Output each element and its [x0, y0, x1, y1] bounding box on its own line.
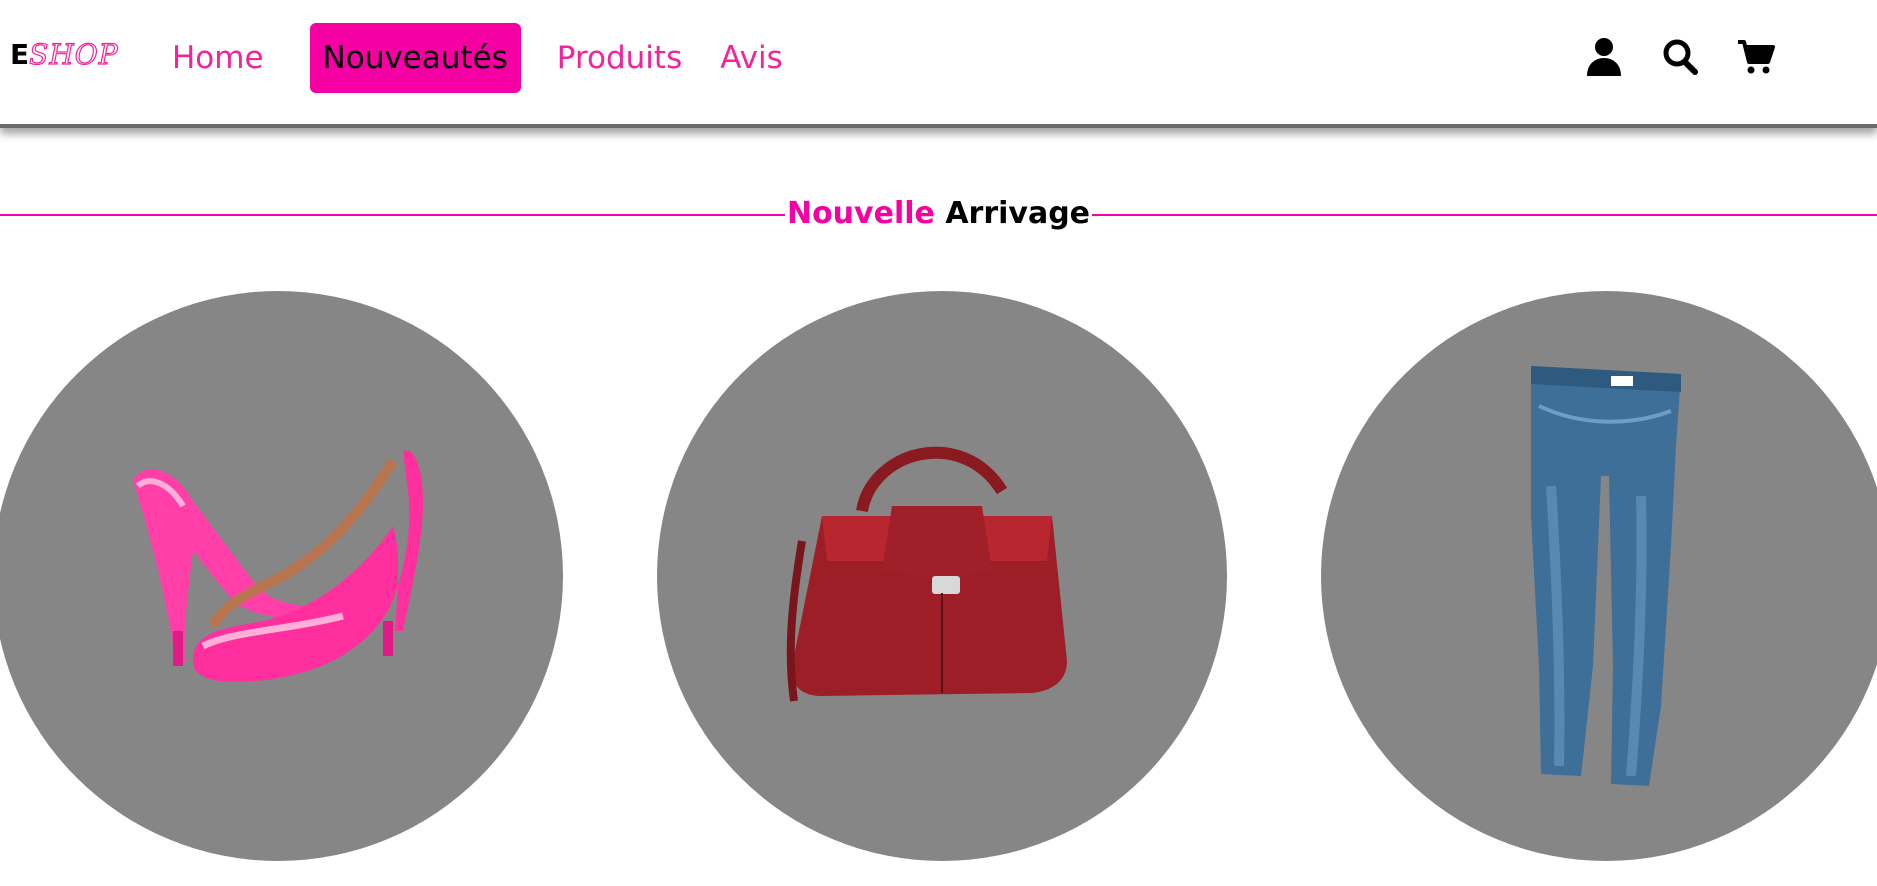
header-icons: [1585, 36, 1775, 76]
nav-new-arrivals[interactable]: Nouveautés: [309, 23, 521, 93]
page: E SHOP Home Nouveautés Produits Avis Nou…: [0, 0, 1877, 886]
nav-products[interactable]: Produits: [545, 23, 694, 93]
logo-letter: E: [10, 38, 30, 71]
nav-reviews[interactable]: Avis: [708, 23, 795, 93]
product-card[interactable]: [1321, 291, 1877, 861]
main-nav: Home Nouveautés Produits Avis: [160, 23, 809, 93]
section-title-pink: Nouvelle: [786, 196, 935, 231]
logo[interactable]: E SHOP: [10, 37, 119, 82]
site-header: E SHOP Home Nouveautés Produits Avis: [0, 0, 1877, 128]
cart-icon[interactable]: [1737, 36, 1775, 76]
product-card[interactable]: [657, 291, 1227, 861]
user-icon[interactable]: [1585, 36, 1623, 76]
nav-home[interactable]: Home: [160, 23, 276, 93]
red-leather-handbag-image: [786, 446, 1067, 702]
section-title-black: Arrivage: [945, 196, 1091, 231]
search-icon[interactable]: [1661, 36, 1699, 76]
pink-high-heels-image: [133, 450, 423, 682]
section-title: Nouvelle Arrivage: [0, 194, 1877, 234]
blue-jeans-image: [1531, 366, 1681, 786]
logo-script: SHOP: [29, 37, 119, 71]
product-card[interactable]: [0, 291, 563, 861]
